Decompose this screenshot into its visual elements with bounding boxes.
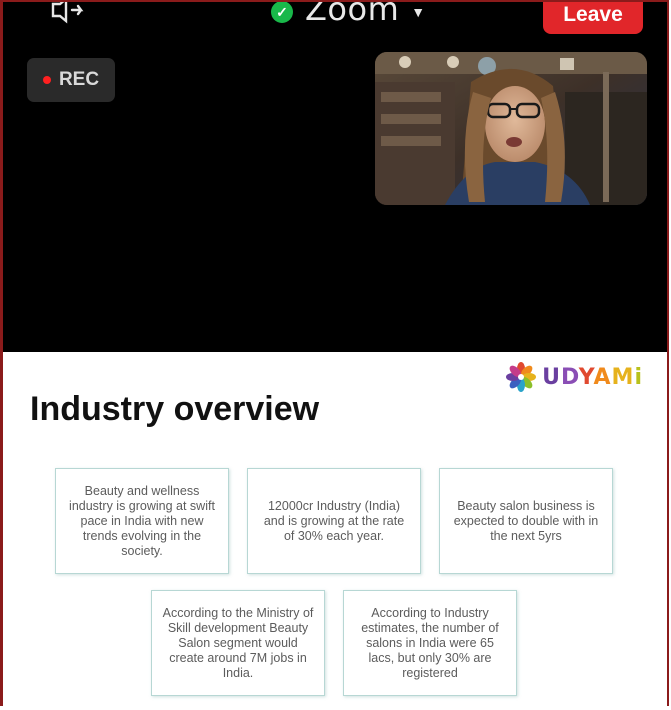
info-card-text: According to the Ministry of Skill devel…	[162, 605, 314, 680]
zoom-meeting-area: ✓ Zoom ▼ Leave REC	[3, 2, 667, 352]
info-card: According to the Ministry of Skill devel…	[151, 590, 325, 696]
info-card-text: Beauty and wellness industry is growing …	[69, 483, 215, 558]
brand-letter: D	[561, 364, 579, 390]
brand-name: UDYAMi	[542, 365, 643, 390]
screen-frame: ✓ Zoom ▼ Leave REC UDYAMi Industry overv…	[0, 0, 669, 706]
participant-video[interactable]	[375, 52, 647, 205]
brand-letter: M	[611, 364, 635, 390]
shared-slide: UDYAMi Industry overview Beauty and well…	[3, 352, 667, 706]
info-card: 12000cr Industry (India) and is growing …	[247, 468, 421, 574]
app-title: Zoom	[305, 2, 400, 28]
info-card: Beauty salon business is expected to dou…	[439, 468, 613, 574]
recording-label: REC	[58, 69, 100, 90]
slide-title: Industry overview	[30, 390, 320, 428]
chevron-down-icon: ▼	[411, 4, 426, 20]
brand-letter: Y	[578, 364, 594, 390]
record-dot-icon	[42, 76, 51, 84]
brand-letter: A	[593, 364, 612, 390]
recording-badge[interactable]: REC	[27, 58, 115, 102]
info-card-text: According to Industry estimates, the num…	[361, 605, 499, 680]
leave-button[interactable]: Leave	[543, 2, 643, 34]
brand-letter: U	[542, 364, 562, 390]
info-card: Beauty and wellness industry is growing …	[55, 468, 229, 574]
flower-logo-icon	[506, 362, 537, 392]
meeting-title[interactable]: ✓ Zoom ▼	[271, 2, 425, 28]
brand-letter: i	[634, 364, 643, 390]
participant-video-frame	[375, 52, 647, 205]
info-card: According to Industry estimates, the num…	[343, 590, 517, 696]
shield-check-icon: ✓	[271, 2, 293, 23]
info-card-text: 12000cr Industry (India) and is growing …	[263, 498, 405, 543]
brand-logo: UDYAMi	[506, 362, 643, 392]
audio-switch-icon[interactable]	[47, 2, 91, 26]
info-card-text: Beauty salon business is expected to dou…	[453, 498, 599, 543]
